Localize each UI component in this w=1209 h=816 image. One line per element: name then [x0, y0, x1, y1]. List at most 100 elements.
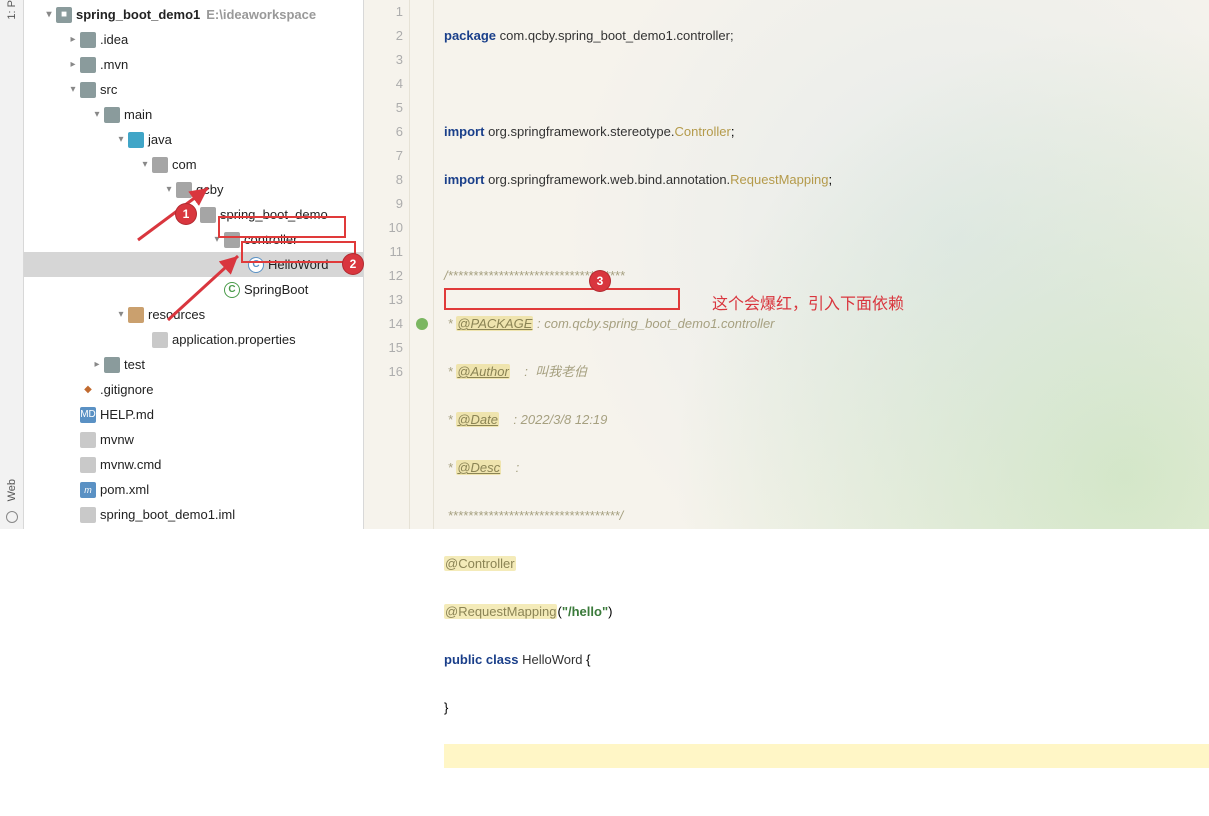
line-number: 10 — [364, 216, 403, 240]
tree-item-mvnw[interactable]: ▸ mvnw — [24, 427, 363, 452]
import-path: org.springframework.stereotype. — [488, 124, 674, 139]
module-icon: ■ — [56, 7, 72, 23]
chevron-down-icon[interactable]: ▾ — [66, 84, 80, 95]
doc-val: : 叫我老伯 — [510, 364, 587, 379]
doc-tag: @Desc — [456, 460, 501, 475]
line-number: 6 — [364, 120, 403, 144]
tree-item-src[interactable]: ▾ src — [24, 77, 363, 102]
line-number: 13 — [364, 288, 403, 312]
doc-val: : 2022/3/8 12:19 — [499, 412, 607, 427]
doc-comment: /*********************************** — [444, 264, 1209, 288]
tree-label: .idea — [100, 32, 128, 47]
tree-label: application.properties — [172, 332, 296, 347]
tree-item-java[interactable]: ▾ java — [24, 127, 363, 152]
annotation-arg: "/hello" — [562, 604, 608, 619]
doc-tag: @Date — [456, 412, 499, 427]
caret-line — [444, 744, 1209, 768]
source-folder-icon — [128, 132, 144, 148]
doc-val: : — [501, 460, 519, 475]
class-name: HelloWord — [522, 652, 582, 667]
tree-item-pom[interactable]: ▸ m pom.xml — [24, 477, 363, 502]
tree-item-main[interactable]: ▾ main — [24, 102, 363, 127]
chevron-down-icon[interactable]: ▾ — [42, 9, 56, 20]
tree-label: src — [100, 82, 117, 97]
tree-label: java — [148, 132, 172, 147]
line-number: 8 — [364, 168, 403, 192]
kw-class: class — [486, 652, 519, 667]
highlight-box-hello — [241, 241, 356, 263]
folder-icon — [104, 357, 120, 373]
doc-val: : com.qcby.spring_boot_demo1.controller — [533, 316, 774, 331]
tree-item-idea[interactable]: ▸ .idea — [24, 27, 363, 52]
tree-label: .mvn — [100, 57, 128, 72]
annotation-note: 这个会爆红，引入下面依赖 — [712, 290, 904, 314]
tree-item-test[interactable]: ▸ test — [24, 352, 363, 377]
import-path: org.springframework.web.bind.annotation. — [488, 172, 730, 187]
doc-comment: **********************************/ — [444, 504, 1209, 528]
doc-tag: @Author — [456, 364, 510, 379]
chevron-down-icon[interactable]: ▾ — [90, 109, 104, 120]
chevron-down-icon[interactable]: ▾ — [114, 134, 128, 145]
tree-item-mvnwcmd[interactable]: ▸ mvnw.cmd — [24, 452, 363, 477]
chevron-down-icon[interactable]: ▾ — [138, 159, 152, 170]
tree-label: mvnw.cmd — [100, 457, 161, 472]
code-area[interactable]: package com.qcby.spring_boot_demo1.contr… — [434, 0, 1209, 529]
line-number: 2 — [364, 24, 403, 48]
kw-public: public — [444, 652, 482, 667]
tree-label: main — [124, 107, 152, 122]
doc-tag: @PACKAGE — [456, 316, 533, 331]
file-icon — [80, 457, 96, 473]
resources-folder-icon — [128, 307, 144, 323]
folder-icon — [80, 57, 96, 73]
chevron-right-icon[interactable]: ▸ — [66, 59, 80, 70]
markdown-file-icon: MD — [80, 407, 96, 423]
folder-icon — [80, 82, 96, 98]
highlight-box-requestmapping — [444, 288, 680, 310]
maven-file-icon: m — [80, 482, 96, 498]
brace: } — [444, 700, 448, 715]
editor-icon-gutter — [410, 0, 434, 529]
gutter-label-web[interactable]: Web — [6, 479, 18, 501]
chevron-down-icon[interactable]: ▾ — [114, 309, 128, 320]
tree-label: mvnw — [100, 432, 134, 447]
kw-import: import — [444, 172, 484, 187]
line-number: 11 — [364, 240, 403, 264]
annotation-badge-1: 1 — [176, 204, 196, 224]
run-gutter-icon[interactable] — [416, 318, 428, 330]
tree-item-mvn[interactable]: ▸ .mvn — [24, 52, 363, 77]
file-icon — [80, 432, 96, 448]
kw-package: package — [444, 28, 496, 43]
tree-label: test — [124, 357, 145, 372]
annotation: @Controller — [444, 556, 516, 571]
line-number: 12 — [364, 264, 403, 288]
annotation-arrow-2 — [160, 248, 250, 328]
annotation-arrow-1 — [130, 178, 220, 248]
highlight-box-controller — [218, 216, 346, 238]
folder-icon — [104, 107, 120, 123]
import-class: Controller — [675, 124, 731, 139]
line-number: 15 — [364, 336, 403, 360]
chevron-right-icon[interactable]: ▸ — [66, 34, 80, 45]
tree-label: com — [172, 157, 197, 172]
tree-item-gitignore[interactable]: ▸ ◆ .gitignore — [24, 377, 363, 402]
gutter-web-icon[interactable] — [6, 511, 18, 523]
line-number: 3 — [364, 48, 403, 72]
tree-path: E:\ideaworkspace — [206, 7, 316, 22]
tree-item-iml[interactable]: ▸ spring_boot_demo1.iml — [24, 502, 363, 527]
annotation-badge-2: 2 — [343, 254, 363, 274]
tree-item-helpmd[interactable]: ▸ MD HELP.md — [24, 402, 363, 427]
gutter-label-project[interactable]: 1: P — [6, 0, 18, 20]
tree-label: HELP.md — [100, 407, 154, 422]
properties-file-icon — [152, 332, 168, 348]
tree-root[interactable]: ▾ ■ spring_boot_demo1 E:\ideaworkspace — [24, 2, 363, 27]
code-editor[interactable]: 1 2 3 4 5 6 7 8 9 10 11 12 13 14 15 16 p… — [364, 0, 1209, 529]
editor-gutter: 1 2 3 4 5 6 7 8 9 10 11 12 13 14 15 16 — [364, 0, 410, 529]
tree-item-com[interactable]: ▾ com — [24, 152, 363, 177]
tree-label: SpringBoot — [244, 282, 308, 297]
ide-left-gutter: 1: P Web — [0, 0, 24, 529]
tree-label: .gitignore — [100, 382, 153, 397]
kw-import: import — [444, 124, 484, 139]
annotation-badge-3: 3 — [590, 271, 610, 291]
tree-item-appprops[interactable]: ▸ application.properties — [24, 327, 363, 352]
chevron-right-icon[interactable]: ▸ — [90, 359, 104, 370]
